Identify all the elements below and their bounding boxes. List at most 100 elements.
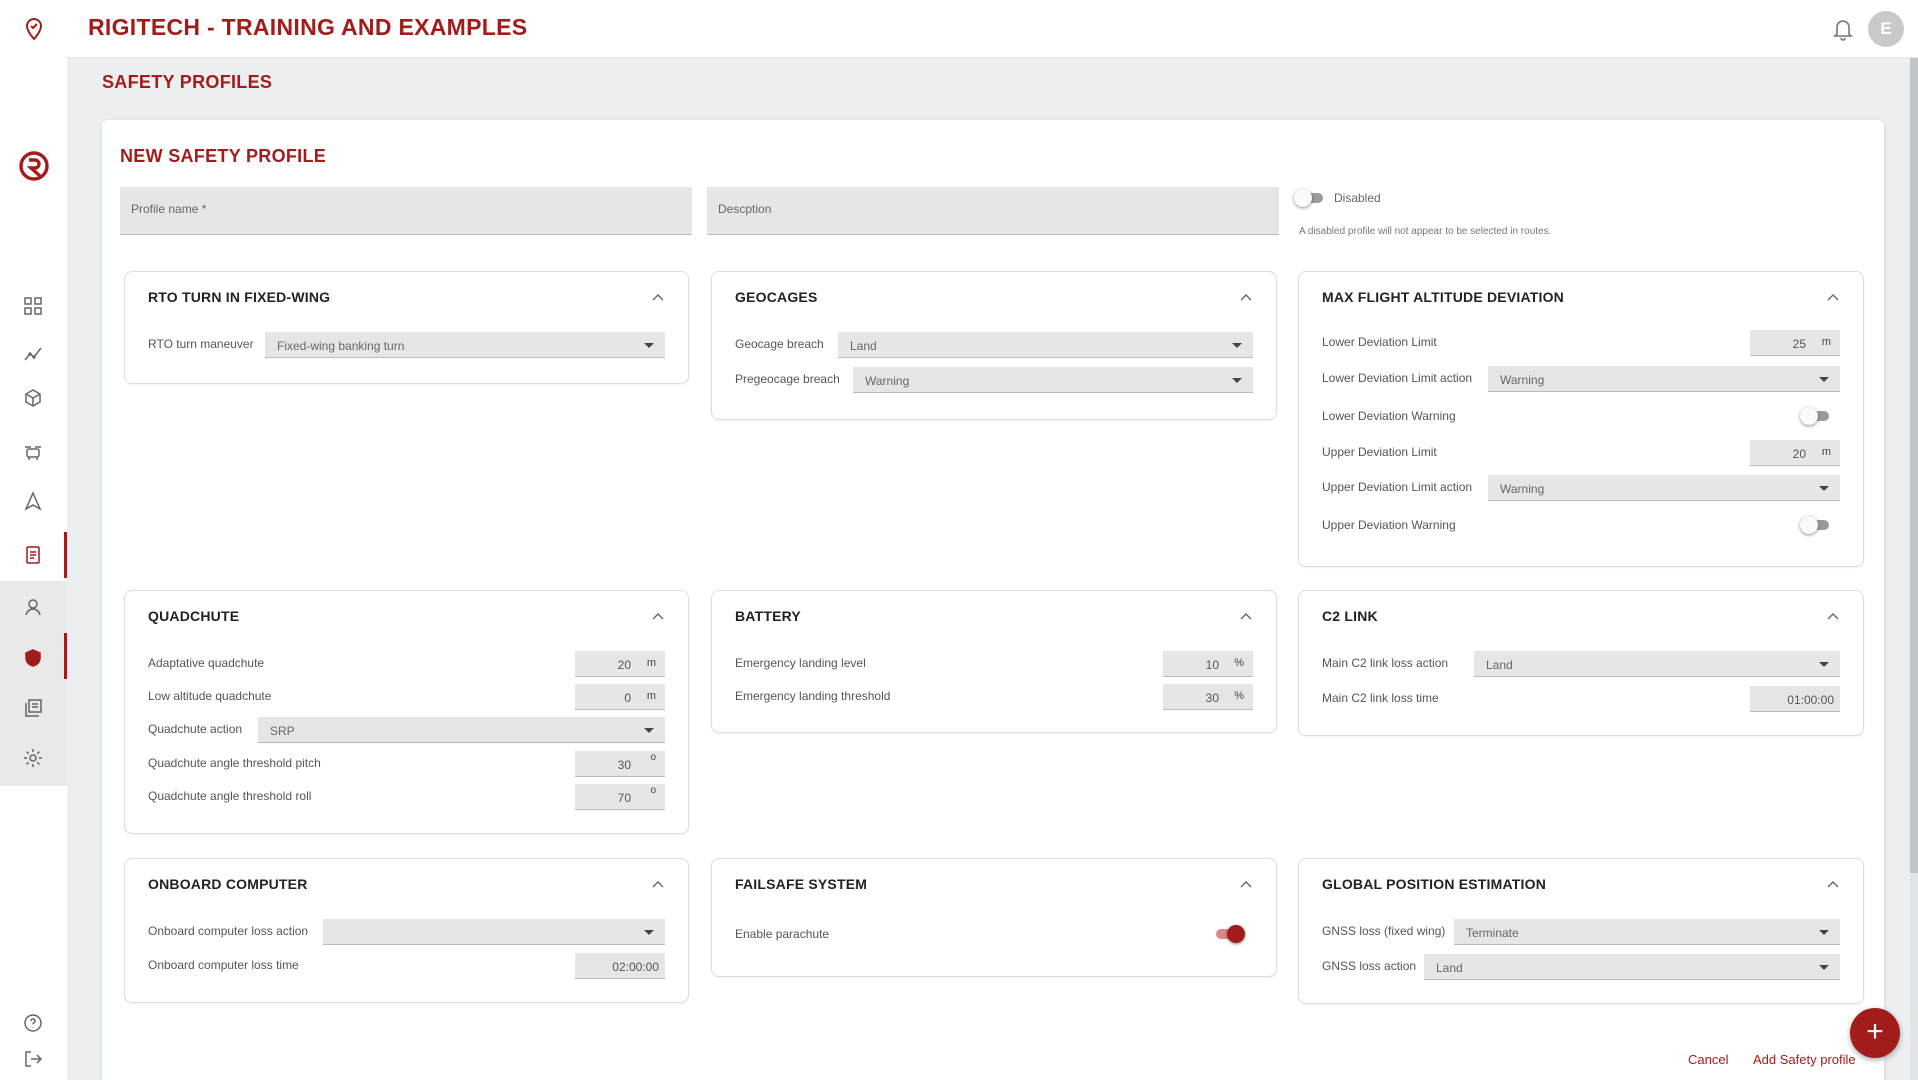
select-value: Fixed-wing banking turn [277, 339, 405, 353]
panel-failsafe-system: FAILSAFE SYSTEM Enable parachute [711, 858, 1277, 977]
scrollbar-thumb[interactable] [1910, 58, 1918, 873]
input-value: 25 [1792, 337, 1806, 351]
document-icon[interactable] [20, 542, 46, 568]
chevron-up-icon[interactable] [1826, 609, 1840, 623]
analytics-icon[interactable] [20, 340, 46, 366]
panel-global-position: GLOBAL POSITION ESTIMATION GNSS loss (fi… [1298, 858, 1864, 1004]
panel-title: RTO TURN IN FIXED-WING [148, 289, 331, 305]
new-profile-card: NEW SAFETY PROFILE Profile name * Descpt… [102, 120, 1884, 1080]
gnss-fixed-wing-label: GNSS loss (fixed wing) [1322, 924, 1446, 938]
pitch-threshold-input[interactable]: 30 o [575, 751, 665, 777]
caret-down-icon [1232, 343, 1242, 348]
brand-logo-icon[interactable] [17, 149, 51, 183]
panel-title: ONBOARD COMPUTER [148, 876, 308, 892]
c2-loss-time-input[interactable]: 01:00:00 [1750, 686, 1840, 712]
profile-name-input[interactable]: Profile name * [120, 187, 692, 235]
enabled-toggle[interactable] [1294, 189, 1324, 207]
chevron-up-icon[interactable] [1239, 877, 1253, 891]
status-label: Disabled [1334, 191, 1381, 205]
chevron-up-icon[interactable] [1239, 290, 1253, 304]
upper-limit-label: Upper Deviation Limit [1322, 445, 1437, 459]
upper-action-select[interactable]: Warning [1488, 475, 1840, 501]
top-header: RIGITECH - TRAINING AND EXAMPLES E [67, 0, 1918, 58]
navigation-icon[interactable] [20, 488, 46, 514]
upper-warning-toggle[interactable] [1800, 516, 1830, 534]
select-value: Terminate [1466, 926, 1519, 940]
chevron-up-icon[interactable] [1239, 609, 1253, 623]
chevron-up-icon[interactable] [651, 290, 665, 304]
caret-down-icon [1819, 930, 1829, 935]
gnss-loss-action-select[interactable]: Land [1424, 954, 1840, 980]
input-value: 20 [1792, 447, 1806, 461]
low-altitude-quadchute-label: Low altitude quadchute [148, 689, 272, 703]
gnss-fixed-wing-select[interactable]: Terminate [1454, 919, 1840, 945]
unit-label: m [646, 657, 656, 669]
cube-icon[interactable] [20, 385, 46, 411]
panel-battery: BATTERY Emergency landing level 10% Emer… [711, 590, 1277, 733]
pregeocage-breach-label: Pregeocage breach [735, 372, 840, 386]
input-value: 20 [617, 658, 631, 672]
disabled-hint: A disabled profile will not appear to be… [1299, 226, 1552, 237]
add-safety-profile-button[interactable]: Add Safety profile [1753, 1052, 1856, 1067]
panel-title: QUADCHUTE [148, 608, 240, 624]
caret-down-icon [644, 343, 654, 348]
select-value: Land [1436, 961, 1463, 975]
select-value: Land [850, 339, 877, 353]
lower-action-select[interactable]: Warning [1488, 366, 1840, 392]
description-input[interactable]: Descption [707, 187, 1279, 235]
chevron-up-icon[interactable] [651, 609, 665, 623]
pregeocage-breach-select[interactable]: Warning [853, 367, 1253, 393]
panel-altitude-deviation: MAX FLIGHT ALTITUDE DEVIATION Lower Devi… [1298, 271, 1864, 567]
chevron-up-icon[interactable] [1826, 290, 1840, 304]
shield-icon[interactable] [20, 645, 46, 671]
lower-warning-toggle[interactable] [1800, 407, 1830, 425]
rto-maneuver-select[interactable]: Fixed-wing banking turn [265, 332, 665, 358]
emergency-threshold-label: Emergency landing threshold [735, 689, 891, 703]
adaptative-quadchute-label: Adaptative quadchute [148, 656, 265, 670]
logout-icon[interactable] [20, 1046, 46, 1072]
low-altitude-quadchute-input[interactable]: 0m [575, 684, 665, 710]
user-icon[interactable] [20, 594, 46, 620]
quadchute-action-select[interactable]: SRP [258, 717, 665, 743]
roll-threshold-input[interactable]: 70 o [575, 784, 665, 810]
enable-parachute-toggle[interactable] [1213, 925, 1245, 943]
unit-label: % [1234, 657, 1244, 669]
chevron-up-icon[interactable] [1826, 877, 1840, 891]
quadchute-action-label: Quadchute action [148, 722, 243, 736]
library-icon[interactable] [20, 695, 46, 721]
emergency-level-input[interactable]: 10% [1163, 651, 1253, 677]
help-icon[interactable] [20, 1010, 46, 1036]
panel-onboard-computer: ONBOARD COMPUTER Onboard computer loss a… [124, 858, 689, 1003]
app-title: RIGITECH - TRAINING AND EXAMPLES [88, 14, 528, 40]
panel-title: BATTERY [735, 608, 801, 624]
roll-threshold-label: Quadchute angle threshold roll [148, 789, 312, 803]
geocage-breach-select[interactable]: Land [838, 332, 1253, 358]
emergency-threshold-input[interactable]: 30% [1163, 684, 1253, 710]
bell-icon[interactable] [1831, 16, 1855, 42]
caret-down-icon [1819, 662, 1829, 667]
onboard-loss-time-input[interactable]: 02:00:00 [575, 953, 665, 979]
avatar[interactable]: E [1868, 11, 1904, 47]
caret-down-icon [1819, 965, 1829, 970]
upper-action-label: Upper Deviation Limit action [1322, 480, 1473, 494]
upper-warning-label: Upper Deviation Warning [1322, 518, 1456, 532]
lower-limit-input[interactable]: 25 m [1750, 330, 1840, 356]
panel-geocages: GEOCAGES Geocage breach Land Pregeocage … [711, 271, 1277, 420]
drone-icon[interactable] [20, 440, 46, 466]
add-fab-button[interactable]: + [1850, 1008, 1900, 1058]
chevron-up-icon[interactable] [651, 877, 665, 891]
adaptative-quadchute-input[interactable]: 20 m [575, 651, 665, 677]
page-title: SAFETY PROFILES [102, 72, 273, 92]
onboard-loss-action-select[interactable] [323, 919, 665, 945]
lower-warning-label: Lower Deviation Warning [1322, 409, 1456, 423]
location-pin-icon[interactable] [22, 17, 46, 41]
dashboard-icon[interactable] [20, 293, 46, 319]
cancel-button[interactable]: Cancel [1688, 1052, 1728, 1067]
gear-icon[interactable] [20, 745, 46, 771]
panel-quadchute: QUADCHUTE Adaptative quadchute 20 m Low a… [124, 590, 689, 834]
status-toggle-group: Disabled [1294, 189, 1381, 207]
unit-label: m [1821, 446, 1831, 458]
panel-title: GEOCAGES [735, 289, 818, 305]
c2-loss-action-select[interactable]: Land [1474, 651, 1840, 677]
upper-limit-input[interactable]: 20 m [1750, 440, 1840, 466]
